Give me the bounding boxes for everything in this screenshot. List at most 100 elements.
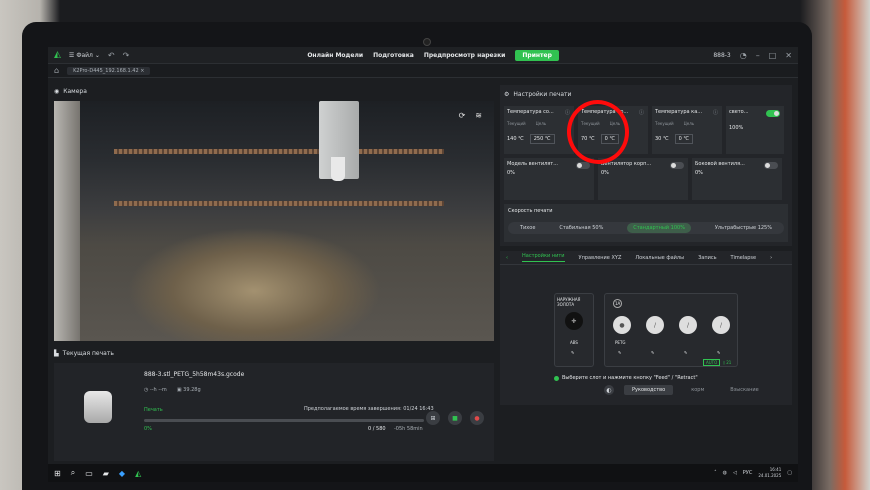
slot-2-spool-icon[interactable]: / — [646, 316, 664, 334]
tabs-prev-icon[interactable]: ‹ — [506, 255, 508, 261]
edit-icon[interactable]: ✎ — [651, 350, 654, 355]
nav-prepare[interactable]: Подготовка — [373, 52, 414, 59]
nozzle-current: 140 ℃ — [507, 136, 524, 142]
slicer-app-icon[interactable]: ◭ — [135, 469, 141, 478]
external-material: ABS — [570, 340, 578, 345]
maximize-icon[interactable]: □ — [769, 51, 777, 60]
close-icon[interactable]: ✕ — [785, 51, 792, 60]
nav-slice-preview[interactable]: Предпросмотр нарезки — [424, 52, 506, 59]
edit-icon[interactable]: ✎ — [684, 350, 687, 355]
camera-title: Камера — [63, 87, 87, 95]
sliders-icon: ⊞ — [430, 414, 436, 422]
help-icon[interactable]: ◐ — [604, 385, 614, 395]
nozzle-temp-card[interactable]: Температура со... ⓘ Текущий Цель 140 ℃ 250… — [504, 106, 574, 154]
speed-silent[interactable]: Тихое — [520, 225, 535, 231]
network-icon[interactable]: ◍ — [723, 470, 727, 476]
light-value: 100% — [729, 125, 744, 131]
cfs-badge: 1A — [613, 299, 623, 308]
device-tab[interactable]: K2Pro-D445_192.168.1.42 × — [67, 66, 151, 75]
stop-button[interactable]: ● — [470, 411, 484, 425]
refresh-icon[interactable]: ⟳ — [459, 111, 466, 120]
tabs-next-icon[interactable]: › — [770, 255, 772, 261]
model-fan-toggle[interactable] — [576, 162, 590, 169]
model-thumbnail — [84, 391, 112, 423]
model-fan-card: Модель вентилят... 0% — [504, 158, 594, 200]
feed-button[interactable]: корм — [683, 385, 712, 395]
guide-button[interactable]: Руководство — [624, 385, 674, 395]
case-fan-toggle[interactable] — [670, 162, 684, 169]
slot-4-spool-icon[interactable]: / — [712, 316, 730, 334]
home-icon[interactable]: ⌂ — [54, 66, 59, 75]
edit-icon[interactable]: ✎ — [618, 350, 621, 355]
close-tab-icon[interactable]: × — [140, 68, 144, 74]
search-icon[interactable]: ⌕ — [71, 468, 75, 478]
slot-3-spool-icon[interactable]: / — [679, 316, 697, 334]
job-eta: Предполагаемое время завершения: 01/24 1… — [304, 406, 434, 412]
job-elapsed: --h --m — [149, 387, 167, 393]
tab-filament[interactable]: Настройки нити — [522, 253, 565, 262]
browser-icon[interactable]: ◆ — [119, 469, 125, 478]
weight-icon: ▣ 39.28g — [176, 387, 201, 393]
speed-standard[interactable]: Стандартный 100% — [627, 223, 691, 233]
slot-1-spool-icon[interactable]: ● — [613, 316, 631, 334]
auto-badge[interactable]: AUTO — [703, 359, 721, 366]
chamber-temp-card[interactable]: Температура ка... ⓘ Текущий Цель 30 ℃ 0 ℃ — [652, 106, 722, 154]
info-icon[interactable]: ⓘ — [713, 109, 718, 116]
redo-icon[interactable]: ↷ — [123, 51, 130, 60]
light-card: свето... 100% — [726, 106, 784, 154]
edit-icon[interactable]: ✎ — [571, 350, 574, 355]
edit-icon[interactable]: ✎ — [717, 350, 720, 355]
task-view-icon[interactable]: ▭ — [85, 469, 93, 478]
print-settings-button[interactable]: ⊞ — [426, 411, 440, 425]
tray-chevron-icon[interactable]: ˄ — [714, 470, 717, 476]
job-remaining: -05h 58min — [394, 426, 423, 432]
current-label: Текущий — [507, 121, 526, 126]
speed-stable[interactable]: Стабильная 50% — [559, 225, 603, 231]
retract-button[interactable]: Взыскание — [722, 385, 766, 395]
job-weight: 39.28g — [183, 387, 201, 393]
light-toggle[interactable] — [766, 110, 780, 117]
tab-local-files[interactable]: Локальные файлы — [635, 255, 684, 261]
job-controls: ⊞ ■ ● — [426, 411, 484, 425]
fan-cards: Модель вентилят... 0% Вентилятор корп...… — [504, 158, 788, 200]
clock-time: 16:41 — [769, 467, 782, 472]
info-icon[interactable]: ⓘ — [639, 109, 644, 116]
print-settings-panel: ⚙ Настройки печати Температура со... ⓘ Т… — [500, 85, 792, 246]
tab-timelapse[interactable]: Timelapse — [731, 255, 757, 261]
card-title: Температура ка... — [655, 109, 703, 115]
target-label: Цель — [535, 121, 547, 126]
minimize-icon[interactable]: – — [756, 51, 760, 60]
filament-buttons: ◐ Руководство корм Взыскание — [604, 385, 767, 395]
undo-icon[interactable]: ↶ — [108, 51, 115, 60]
chamber-target-input[interactable]: 0 ℃ — [674, 134, 693, 144]
side-fan-toggle[interactable] — [764, 162, 778, 169]
speed-ultrafast[interactable]: Ультрабыстрые 125% — [715, 225, 772, 231]
external-spool-box[interactable]: НАРУЖНАЯ ЗОЛОТА ✛ ABS ✎ — [554, 293, 594, 367]
nav-online-models[interactable]: Онлайн Модели — [307, 52, 363, 59]
right-column: ⚙ Настройки печати Температура со... ⓘ Т… — [500, 85, 792, 405]
external-spool-icon: ✛ — [565, 312, 583, 330]
job-layers: 0 / 580 — [368, 426, 386, 432]
explorer-icon[interactable]: ▰ — [103, 469, 109, 478]
camera-rail-top — [114, 149, 444, 154]
notifications-icon[interactable]: ▢ — [787, 470, 792, 476]
case-fan-card: Вентилятор корп... 0% — [598, 158, 688, 200]
clock[interactable]: 16:41 24.01.2025 — [758, 467, 781, 479]
language-indicator[interactable]: РУС — [743, 470, 753, 476]
print-settings-header: ⚙ Настройки печати — [504, 88, 788, 100]
nav-printer[interactable]: Принтер — [515, 49, 559, 61]
tab-xyz[interactable]: Управление XYZ — [579, 255, 622, 261]
print-speed-title: Скорость печати — [508, 208, 553, 214]
info-icon[interactable]: ⓘ — [565, 109, 570, 116]
file-menu-button[interactable]: ☰ Файл ⌄ — [69, 52, 100, 59]
pause-button[interactable]: ■ — [448, 411, 462, 425]
main-nav: Онлайн Модели Подготовка Предпросмотр на… — [307, 49, 559, 61]
gear-icon: ⚙ — [504, 90, 510, 98]
nozzle-target-input[interactable]: 250 ℃ — [529, 134, 555, 144]
account-icon[interactable]: ◔ — [740, 51, 747, 60]
model-fan-value: 0% — [507, 170, 515, 176]
start-icon[interactable]: ⊞ — [54, 469, 61, 478]
volume-icon[interactable]: ◁ — [733, 470, 737, 476]
tab-record[interactable]: Запись — [698, 255, 716, 261]
cfs-box: 1A ● / / / PETG ✎ ✎ ✎ ✎ AUTO ◊ 21 — [604, 293, 738, 367]
